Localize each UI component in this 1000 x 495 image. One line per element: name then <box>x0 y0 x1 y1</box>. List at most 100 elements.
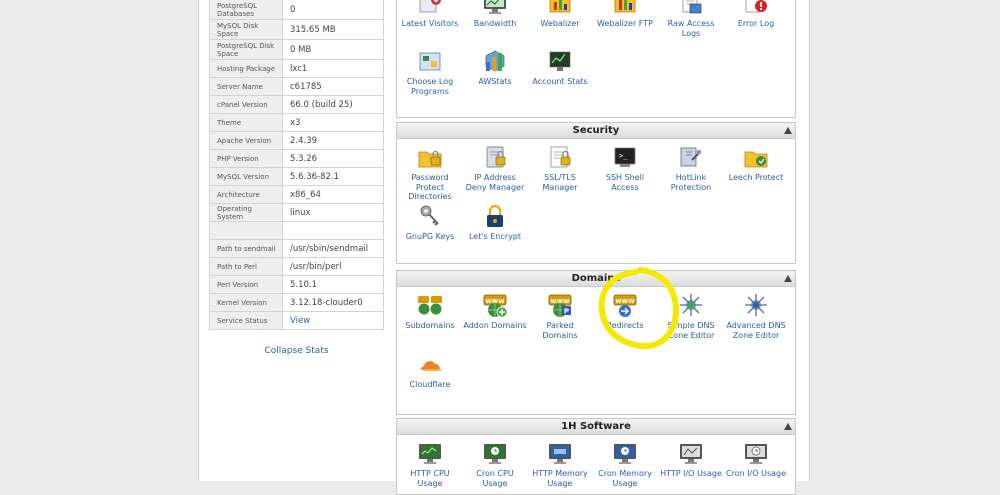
stats-value: linux <box>282 203 384 222</box>
subdomains-icon <box>417 292 443 318</box>
stats-row: MySQL Version 5.6.36-82.1 <box>209 167 384 186</box>
stats-row: Path to sendmail/usr/sbin/sendmail <box>209 239 384 258</box>
stats-label: cPanel Version <box>209 95 283 114</box>
cron-io-usage-link[interactable]: Cron I/O Usage <box>724 440 788 479</box>
leech-protect-link[interactable]: Leech Protect <box>724 144 788 183</box>
latest-visitors-icon <box>417 0 443 16</box>
awstats-link[interactable]: AWStats <box>463 48 527 87</box>
service-status-view-link[interactable]: View <box>290 316 310 326</box>
cron-memory-usage-icon <box>612 440 638 466</box>
stats-value: View <box>282 311 384 330</box>
stats-value: /usr/sbin/sendmail <box>282 239 384 258</box>
stats-label <box>209 221 283 240</box>
cloudflare-link[interactable]: Cloudflare <box>398 351 462 390</box>
item-label: Leech Protect <box>728 173 784 182</box>
security-panel-header[interactable]: Security <box>397 123 795 139</box>
ip-deny-link[interactable]: IP Address Deny Manager <box>463 144 527 192</box>
stats-table: PostgreSQL Databases 0 MySQL Disk Space 315… <box>209 0 384 330</box>
dns-zone-editor-link[interactable]: Simple DNS Zone Editor <box>659 292 723 340</box>
stats-row <box>209 221 384 240</box>
parked-domains-link[interactable]: www P Parked Domains <box>528 292 592 340</box>
leech-protect-icon <box>743 144 769 170</box>
subdomains-link[interactable]: Subdomains <box>398 292 462 331</box>
item-label: Raw Access Logs <box>667 19 715 38</box>
webalizer-link[interactable]: Webalizer <box>528 0 592 29</box>
software-panel: 1H Software HTTP CPU Usage Cron CPU Usage… <box>396 418 796 495</box>
webalizer-ftp-icon <box>612 0 638 16</box>
item-label: SSL/TLS Manager <box>542 173 578 192</box>
stats-value: 0 <box>282 0 384 20</box>
collapse-triangle-icon[interactable] <box>784 423 792 430</box>
item-label: Parked Domains <box>542 321 578 340</box>
error-log-link[interactable]: Error Log <box>724 0 788 29</box>
collapse-triangle-icon[interactable] <box>784 127 792 134</box>
folder-lock-icon <box>417 144 443 170</box>
stats-value: c61785 <box>282 77 384 96</box>
item-label: Error Log <box>737 19 775 28</box>
keys-link[interactable]: GnuPG Keys <box>398 203 462 242</box>
bandwidth-link[interactable]: Bandwidth <box>463 0 527 29</box>
dns-zone-editor-icon <box>678 292 704 318</box>
stats-row: MySQL Disk Space 315.65 MB <box>209 19 384 40</box>
stats-row: Server Name c61785 <box>209 77 384 96</box>
stats-label: Operating System <box>209 203 283 222</box>
stats-value: 5.10.1 <box>282 275 384 294</box>
account-stats-link[interactable]: Account Stats <box>528 48 592 87</box>
item-label: Cron Memory Usage <box>598 469 652 488</box>
redirects-icon: www <box>612 292 638 318</box>
item-label: HTTP Memory Usage <box>532 469 588 488</box>
stats-row: Perl Version 5.10.1 <box>209 275 384 294</box>
stats-row: Path to Perl/usr/bin/perl <box>209 257 384 276</box>
item-label: AWStats <box>478 77 512 86</box>
stats-row: Apache Version 2.4.39 <box>209 131 384 150</box>
http-memory-usage-icon <box>547 440 573 466</box>
redirects-link[interactable]: www Redirects <box>593 292 657 331</box>
latest-visitors-link[interactable]: Latest Visitors <box>398 0 462 29</box>
stats-label: Kernel Version <box>209 293 283 312</box>
stats-label: PHP Version <box>209 149 283 168</box>
raw-access-logs-link[interactable]: Raw Access Logs <box>659 0 723 38</box>
lets-encrypt-link[interactable]: Let's Encrypt <box>463 203 527 242</box>
stats-row: Operating System linux <box>209 203 384 222</box>
terminal-link[interactable]: >_ SSH Shell Access <box>593 144 657 192</box>
stats-value: 5.6.36-82.1 <box>282 167 384 186</box>
item-label: Cron CPU Usage <box>476 469 514 488</box>
stats-label: Service Status <box>209 311 283 330</box>
http-io-usage-icon <box>678 440 704 466</box>
domains-panel: Domains Subdomains www Addon Domains www P Pa… <box>396 270 796 415</box>
item-label: Bandwidth <box>473 19 517 28</box>
ssl-certificate-link[interactable]: SSL/TLS Manager <box>528 144 592 192</box>
domains-panel-header[interactable]: Domains <box>397 271 795 287</box>
ssl-certificate-icon <box>547 144 573 170</box>
stats-row: Architecture x86_64 <box>209 185 384 204</box>
hotlink-link[interactable]: HotLink Protection <box>659 144 723 192</box>
collapse-triangle-icon[interactable] <box>784 275 792 282</box>
http-io-usage-link[interactable]: HTTP I/O Usage <box>659 440 723 479</box>
stats-value <box>282 221 384 240</box>
stats-row: PHP Version 5.3.26 <box>209 149 384 168</box>
addon-domains-link[interactable]: www Addon Domains <box>463 292 527 331</box>
item-label: Cron I/O Usage <box>725 469 787 478</box>
software-panel-header[interactable]: 1H Software <box>397 419 795 435</box>
stats-value: lxc1 <box>282 59 384 78</box>
advanced-dns-zone-editor-link[interactable]: Advanced DNS Zone Editor <box>724 292 788 340</box>
webalizer-ftp-link[interactable]: Webalizer FTP <box>593 0 657 29</box>
item-label: Cloudflare <box>409 380 451 389</box>
stats-label: Architecture <box>209 185 283 204</box>
stats-row: Theme x3 <box>209 113 384 132</box>
stats-label: Apache Version <box>209 131 283 150</box>
item-label: Choose Log Programs <box>406 77 454 96</box>
keys-icon <box>417 203 443 229</box>
stats-value: 66.0 (build 25) <box>282 95 384 114</box>
folder-lock-link[interactable]: Password Protect Directories <box>398 144 462 202</box>
logs-panel: Latest Visitors Bandwidth Webalizer Webaliz… <box>396 0 796 118</box>
terminal-icon: >_ <box>612 144 638 170</box>
security-title: Security <box>572 125 620 136</box>
stats-value: 5.3.26 <box>282 149 384 168</box>
choose-log-programs-icon <box>417 48 443 74</box>
item-label: Webalizer <box>540 19 580 28</box>
collapse-stats-link[interactable]: Collapse Stats <box>209 346 384 356</box>
choose-log-programs-link[interactable]: Choose Log Programs <box>398 48 462 96</box>
stats-row: Hosting Package lxc1 <box>209 59 384 78</box>
stats-row: PostgreSQL Disk Space 0 MB <box>209 39 384 60</box>
